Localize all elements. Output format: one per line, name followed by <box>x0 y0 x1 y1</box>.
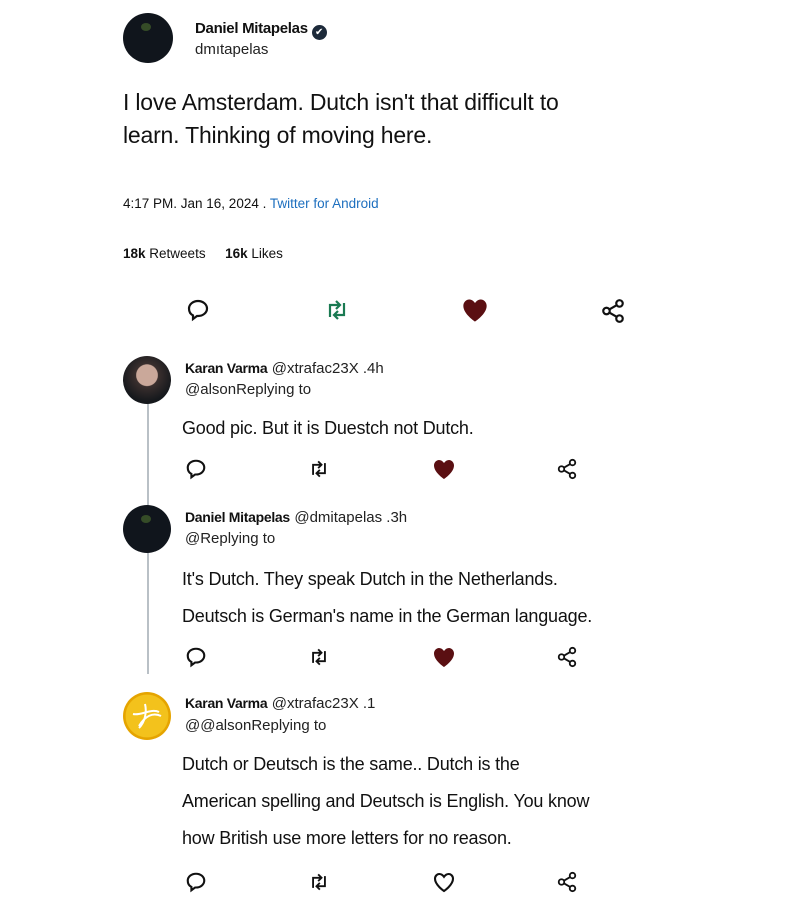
reply-text: Good pic. But it is Duestch not Dutch. <box>182 410 782 447</box>
reply-text: Dutch or Deutsch is the same.. Dutch is … <box>182 746 792 857</box>
reply-replying-to[interactable]: @@alsonReplying to <box>185 717 326 734</box>
reply-avatar[interactable] <box>123 505 171 553</box>
main-author-handle[interactable]: dmıtapelas <box>195 41 268 58</box>
reply-text-line: how British use more letters for no reas… <box>182 828 512 848</box>
tweet-time[interactable]: 4:17 PM. Jan 16, 2024 . <box>123 196 266 211</box>
main-text-line: I love Amsterdam. Dutch isn't that diffi… <box>123 89 559 115</box>
retweet-icon[interactable] <box>306 456 332 482</box>
verified-icon: ✔ <box>311 25 327 40</box>
reply-header: Daniel Mitapelas @dmitapelas .3h <box>185 509 407 527</box>
reply-icon[interactable] <box>183 456 209 482</box>
retweet-icon[interactable] <box>306 869 332 895</box>
reply-author-name[interactable]: Karan Varma <box>185 695 268 711</box>
reply-text-line: Good pic. But it is Duestch not Dutch. <box>182 418 474 438</box>
main-author-name[interactable]: Daniel Mitapelas <box>195 20 308 37</box>
reply-text-line: It's Dutch. They speak Dutch in the Neth… <box>182 569 558 589</box>
tweet-source-link[interactable]: Twitter for Android <box>270 196 379 211</box>
reply-replying-to[interactable]: @Replying to <box>185 530 275 547</box>
reply-author-name[interactable]: Karan Varma <box>185 360 268 376</box>
main-author: Daniel Mitapelas ✔ <box>195 20 327 40</box>
like-icon[interactable] <box>431 456 457 482</box>
reply-replying-to[interactable]: @alsonReplying to <box>185 381 311 398</box>
reply-handle-time[interactable]: @xtrafac23X .4h <box>272 360 384 377</box>
like-icon[interactable] <box>460 296 490 324</box>
reply-avatar[interactable] <box>123 356 171 404</box>
like-icon[interactable] <box>431 869 457 895</box>
reply-author-name[interactable]: Daniel Mitapelas <box>185 509 290 525</box>
reply-icon[interactable] <box>184 296 212 324</box>
likes-stat[interactable]: 16k Likes <box>225 246 283 261</box>
reply-header: Karan Varma @xtrafac23X .4h <box>185 360 384 378</box>
main-text-line: learn. Thinking of moving here. <box>123 122 433 148</box>
reply-text-line: Deutsch is German's name in the German l… <box>182 606 593 626</box>
reply-handle-time[interactable]: @xtrafac23X .1 <box>272 695 376 712</box>
reply-text-line: American spelling and Deutsch is English… <box>182 791 590 811</box>
tweet-stats: 18k Retweets 16k Likes <box>123 246 283 261</box>
like-icon[interactable] <box>431 644 457 670</box>
reply-header: Karan Varma @xtrafac23X .1 <box>185 695 375 713</box>
reply-text: It's Dutch. They speak Dutch in the Neth… <box>182 561 792 635</box>
retweets-stat[interactable]: 18k Retweets <box>123 246 206 261</box>
share-icon[interactable] <box>598 296 628 326</box>
retweet-icon[interactable] <box>322 296 352 324</box>
main-avatar[interactable] <box>123 13 173 63</box>
reply-avatar[interactable] <box>123 692 171 740</box>
reply-handle-time[interactable]: @dmitapelas .3h <box>294 509 407 526</box>
reply-icon[interactable] <box>183 644 209 670</box>
reply-text-line: Dutch or Deutsch is the same.. Dutch is … <box>182 754 520 774</box>
retweet-icon[interactable] <box>306 644 332 670</box>
tweet-meta: 4:17 PM. Jan 16, 2024 . Twitter for Andr… <box>123 196 379 211</box>
main-tweet-text: I love Amsterdam. Dutch isn't that diffi… <box>123 86 723 152</box>
reply-icon[interactable] <box>183 869 209 895</box>
share-icon[interactable] <box>554 455 580 483</box>
share-icon[interactable] <box>554 868 580 896</box>
share-icon[interactable] <box>554 643 580 671</box>
